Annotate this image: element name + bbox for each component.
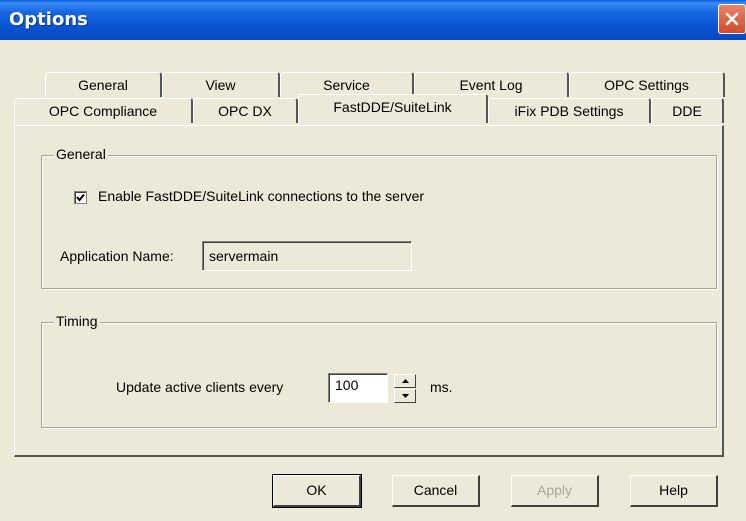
general-group-label: General	[54, 146, 108, 162]
update-interval-input[interactable]: 100	[328, 373, 388, 403]
tab-opc-compliance[interactable]: OPC Compliance	[14, 98, 193, 123]
options-dialog: Options General View Service Event Log O…	[0, 0, 746, 521]
application-name-label: Application Name:	[60, 248, 174, 264]
enable-fastdde-label[interactable]: Enable FastDDE/SuiteLink connections to …	[98, 188, 424, 204]
tab-general[interactable]: General	[45, 72, 162, 97]
cancel-button[interactable]: Cancel	[392, 475, 480, 507]
help-button[interactable]: Help	[630, 475, 718, 507]
apply-button[interactable]: Apply	[511, 475, 599, 507]
general-group: General Enable FastDDE/SuiteLink connect…	[41, 146, 717, 289]
spin-up-button[interactable]	[394, 374, 416, 388]
tab-opc-dx[interactable]: OPC DX	[193, 98, 298, 123]
spin-down-button[interactable]	[394, 389, 416, 403]
arrow-up-icon	[402, 379, 409, 383]
window-title: Options	[9, 9, 88, 30]
tab-fastdde-suitelink[interactable]: FastDDE/SuiteLink	[298, 94, 488, 123]
timing-group: Timing Update active clients every 100 m…	[41, 313, 717, 428]
close-icon	[725, 12, 739, 26]
tab-dde[interactable]: DDE	[651, 98, 724, 123]
update-interval-spinner[interactable]	[394, 374, 416, 403]
arrow-down-icon	[402, 394, 409, 398]
ms-unit-label: ms.	[430, 379, 453, 395]
application-name-field[interactable]: servermain	[202, 241, 412, 271]
tab-opc-settings[interactable]: OPC Settings	[569, 72, 725, 97]
enable-fastdde-checkbox[interactable]	[74, 191, 87, 204]
update-clients-label: Update active clients every	[116, 379, 284, 395]
checkmark-icon	[76, 193, 85, 202]
tab-panel: General Enable FastDDE/SuiteLink connect…	[14, 125, 724, 457]
tab-view[interactable]: View	[162, 72, 280, 97]
tab-ifix-pdb-settings[interactable]: iFix PDB Settings	[488, 98, 651, 123]
ok-button[interactable]: OK	[272, 474, 362, 508]
timing-group-label: Timing	[54, 313, 100, 329]
title-bar[interactable]: Options	[0, 0, 746, 40]
close-button[interactable]	[718, 4, 746, 34]
